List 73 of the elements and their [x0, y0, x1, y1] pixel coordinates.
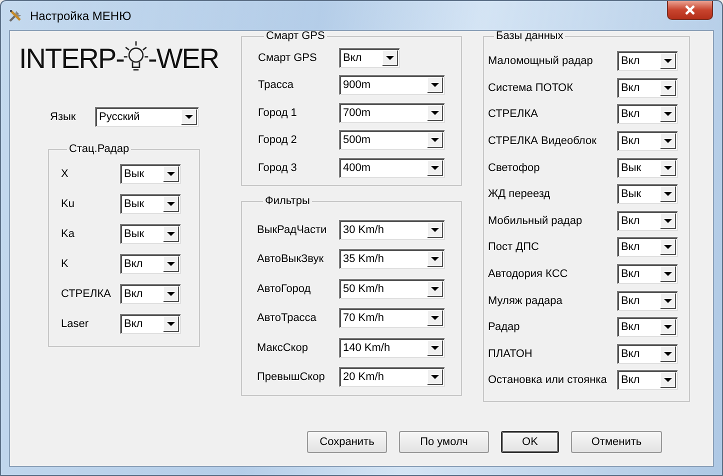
setting-dropdown[interactable]: Вкл — [617, 51, 678, 72]
group-title: Базы данных — [495, 31, 564, 42]
setting-label: Ku — [61, 198, 76, 210]
setting-dropdown[interactable]: Вык — [120, 194, 181, 214]
setting-dropdown[interactable]: 20 Km/h — [339, 367, 445, 388]
dialog-button[interactable]: Отменить — [571, 431, 662, 453]
setting-dropdown[interactable]: Вкл — [617, 264, 678, 284]
setting-dropdown[interactable]: Вкл — [120, 284, 181, 304]
setting-label: Светофор — [488, 162, 541, 174]
dialog-button[interactable]: OK — [501, 431, 559, 453]
setting-dropdown[interactable]: Вкл — [617, 210, 678, 231]
setting-dropdown[interactable]: Вкл — [617, 237, 678, 258]
setting-label: АвтоВыкЗвук — [257, 253, 325, 266]
setting-dropdown[interactable]: 400m — [339, 158, 445, 178]
setting-dropdown[interactable]: 500m — [339, 130, 445, 150]
setting-dropdown[interactable]: Вык — [617, 184, 678, 204]
language-label: Язык — [50, 111, 77, 123]
setting-dropdown[interactable]: 70 Km/h — [339, 308, 445, 328]
setting-label: Laser — [61, 318, 90, 330]
setting-label: АвтоГород — [257, 282, 312, 295]
setting-label: Пост ДПС — [488, 241, 540, 254]
setting-dropdown[interactable]: 35 Km/h — [339, 249, 445, 270]
setting-label: ПЛАТОН — [488, 348, 534, 360]
dialog-button[interactable]: Сохранить — [307, 431, 387, 453]
setting-label: СТРЕЛКА Видеоблок — [488, 135, 598, 148]
setting-label: АвтоТрасса — [257, 312, 318, 324]
setting-label: Город 2 — [258, 134, 298, 146]
setting-dropdown[interactable]: Вык — [120, 164, 181, 184]
setting-dropdown[interactable]: 140 Km/h — [339, 338, 445, 358]
setting-dropdown[interactable]: Вкл — [617, 131, 678, 152]
setting-label: Смарт GPS — [258, 52, 318, 64]
setting-label: Остановка или стоянка — [488, 374, 608, 386]
setting-dropdown[interactable]: Вкл — [120, 254, 181, 274]
setting-dropdown[interactable]: Вкл — [617, 344, 678, 364]
setting-label: Автодория КСС — [488, 268, 569, 280]
setting-label: ВыкРадЧасти — [257, 224, 328, 236]
logo-text: INTERP- — [19, 45, 124, 73]
setting-dropdown[interactable]: Вкл — [339, 48, 400, 68]
window-title: Настройка МЕНЮ — [30, 8, 132, 22]
group-title: Смарт GPS — [265, 31, 326, 42]
setting-label: Маломощный радар — [488, 55, 594, 68]
setting-dropdown[interactable]: Вкл — [617, 370, 678, 390]
setting-label: Ka — [61, 228, 76, 240]
setting-dropdown[interactable]: Вык — [617, 158, 678, 178]
setting-label: Город 1 — [258, 106, 298, 119]
setting-dropdown[interactable]: 50 Km/h — [339, 278, 445, 299]
dialog-button[interactable]: По умолч — [399, 431, 489, 453]
group-title: Фильтры — [264, 196, 311, 207]
setting-label: ПревышСкор — [257, 371, 326, 384]
setting-label: Трасса — [258, 79, 294, 92]
setting-dropdown[interactable]: Вкл — [120, 314, 181, 334]
setting-label: K — [61, 258, 70, 270]
setting-dropdown[interactable]: Вкл — [617, 78, 678, 98]
setting-label: МаксСкор — [257, 342, 309, 354]
setting-dropdown[interactable]: Вкл — [617, 290, 678, 311]
setting-dropdown[interactable]: Вык — [120, 224, 181, 244]
logo-text: -WER — [148, 45, 219, 73]
setting-dropdown[interactable]: 700m — [339, 102, 445, 123]
setting-label: Муляж радара — [488, 294, 564, 307]
setting-label: Мобильный радар — [488, 214, 584, 227]
setting-dropdown[interactable]: Вкл — [617, 104, 678, 124]
setting-label: СТРЕЛКА — [61, 288, 112, 300]
setting-label: Радар — [488, 321, 521, 334]
setting-label: ЖД переезд — [488, 188, 552, 200]
group-title: Стац.Радар — [68, 144, 130, 155]
setting-dropdown[interactable]: Вкл — [617, 317, 678, 338]
setting-dropdown[interactable]: 900m — [339, 75, 445, 96]
language-dropdown[interactable]: Русский — [95, 107, 199, 127]
setting-label: Город 3 — [258, 162, 298, 174]
setting-dropdown[interactable]: 30 Km/h — [339, 220, 445, 240]
setting-label: Система ПОТОК — [488, 82, 574, 94]
setting-label: СТРЕЛКА — [488, 108, 539, 120]
setting-label: X — [61, 168, 70, 180]
